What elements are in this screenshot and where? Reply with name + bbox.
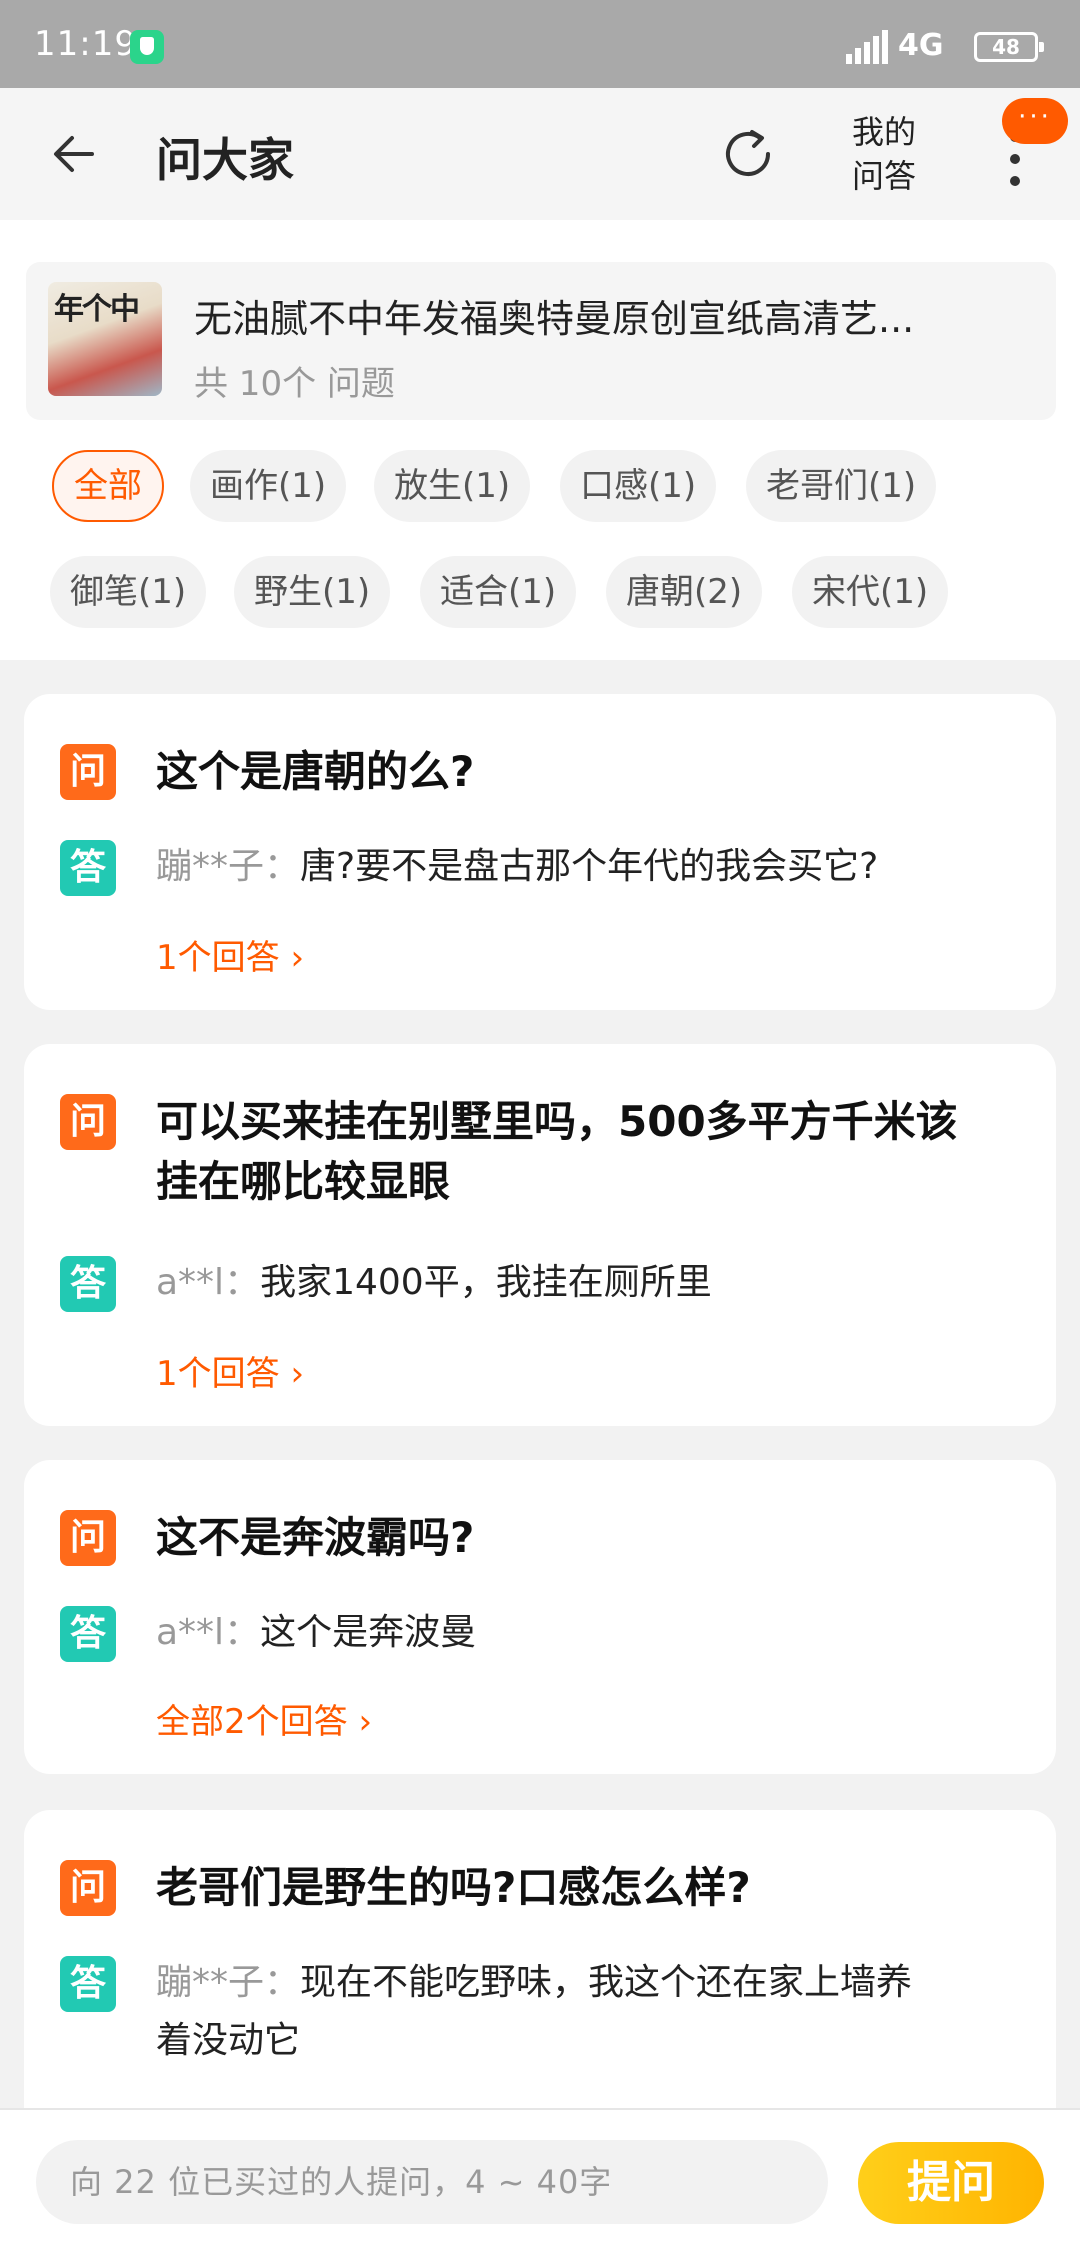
answer-text: 唐?要不是盘古那个年代的我会买它? [300,846,879,887]
question-badge: 问 [60,1094,116,1150]
tag-all[interactable]: 全部 [52,450,164,522]
page-title: 问大家 [156,133,294,187]
answer-count-link[interactable]: 1个回答 › [156,1346,304,1395]
answer-text: 现在不能吃野味，我这个还在家上墙养 [300,1962,913,2003]
battery-icon: 48 [974,32,1044,62]
signal-icon [846,30,888,64]
question-text: 可以买来挂在别墅里吗，500多平方千米该 挂在哪比较显眼 [156,1097,958,1206]
answer-text-line2: 着没动它 [156,2020,301,2061]
question-badge: 问 [60,1860,116,1916]
question-badge: 问 [60,1510,116,1566]
tag-item[interactable]: 适合(1) [420,556,577,628]
notification-badge[interactable]: ··· [1002,98,1068,144]
status-time: 11:19 [34,24,137,64]
answer-row: a**l：这个是奔波曼 [156,1604,476,1662]
answer-badge: 答 [60,1256,116,1312]
back-arrow-icon[interactable] [48,126,104,182]
answer-text: 这个是奔波曼 [260,1612,477,1653]
answer-badge: 答 [60,1956,116,2012]
product-thumbnail: 年个中 [48,282,162,396]
my-qa-button[interactable]: 我的问答 [846,110,922,198]
refresh-icon[interactable] [718,124,778,184]
answer-row: a**l：我家1400平，我挂在厕所里 [156,1254,712,1312]
answer-badge: 答 [60,840,116,896]
tag-item[interactable]: 御笔(1) [50,556,207,628]
product-card[interactable]: 年个中 无油腻不中年发福奥特曼原创宣纸高清艺... 共 10个 问题 [26,262,1056,420]
question-card[interactable]: 问 这不是奔波霸吗? 答 a**l：这个是奔波曼 全部2个回答 › [24,1460,1056,1774]
answer-row: 蹦**子：现在不能吃野味，我这个还在家上墙养 着没动它 [156,1954,912,2070]
tag-item[interactable]: 放生(1) [374,450,531,522]
answer-user: a**l： [156,1612,261,1653]
app-header: 问大家 我的问答 ··· [0,88,1080,220]
question-card[interactable]: 问 这个是唐朝的么? 答 蹦**子：唐?要不是盘古那个年代的我会买它? 1个回答… [24,694,1056,1010]
answer-user: 蹦**子： [156,1962,301,2003]
shield-icon [130,30,164,64]
question-card[interactable]: 问 可以买来挂在别墅里吗，500多平方千米该 挂在哪比较显眼 答 a**l：我家… [24,1044,1056,1426]
question-count: 共 10个 问题 [194,364,395,404]
question-text: 这个是唐朝的么? [156,747,475,796]
tag-item[interactable]: 画作(1) [190,450,347,522]
summary-panel: 年个中 无油腻不中年发福奥特曼原创宣纸高清艺... 共 10个 问题 全部 画作… [0,220,1080,660]
tag-item[interactable]: 口感(1) [560,450,717,522]
question-card[interactable]: 问 老哥们是野生的吗?口感怎么样? 答 蹦**子：现在不能吃野味，我这个还在家上… [24,1810,1056,2150]
answer-user: a**l： [156,1262,261,1303]
tag-item[interactable]: 宋代(1) [792,556,949,628]
answer-user: 蹦**子： [156,846,301,887]
question-text: 这不是奔波霸吗? [156,1513,475,1562]
tag-item[interactable]: 野生(1) [234,556,391,628]
answer-badge: 答 [60,1606,116,1662]
ask-bar: 向 22 位已买过的人提问，4 ~ 40字 提问 [0,2108,1080,2248]
answer-row: 蹦**子：唐?要不是盘古那个年代的我会买它? [156,838,878,896]
answer-count-link[interactable]: 1个回答 › [156,930,304,979]
product-name: 无油腻不中年发福奥特曼原创宣纸高清艺... [194,297,915,341]
tag-item[interactable]: 老哥们(1) [746,450,937,522]
status-bar: 11:19 4G 48 [0,0,1080,88]
answer-text: 我家1400平，我挂在厕所里 [260,1262,712,1303]
answer-count-link[interactable]: 全部2个回答 › [156,1694,372,1743]
question-text: 老哥们是野生的吗?口感怎么样? [156,1863,751,1912]
question-badge: 问 [60,744,116,800]
network-type: 4G [898,28,944,63]
ask-button[interactable]: 提问 [858,2142,1044,2224]
ask-question-input[interactable]: 向 22 位已买过的人提问，4 ~ 40字 [36,2140,828,2224]
tag-item[interactable]: 唐朝(2) [606,556,763,628]
